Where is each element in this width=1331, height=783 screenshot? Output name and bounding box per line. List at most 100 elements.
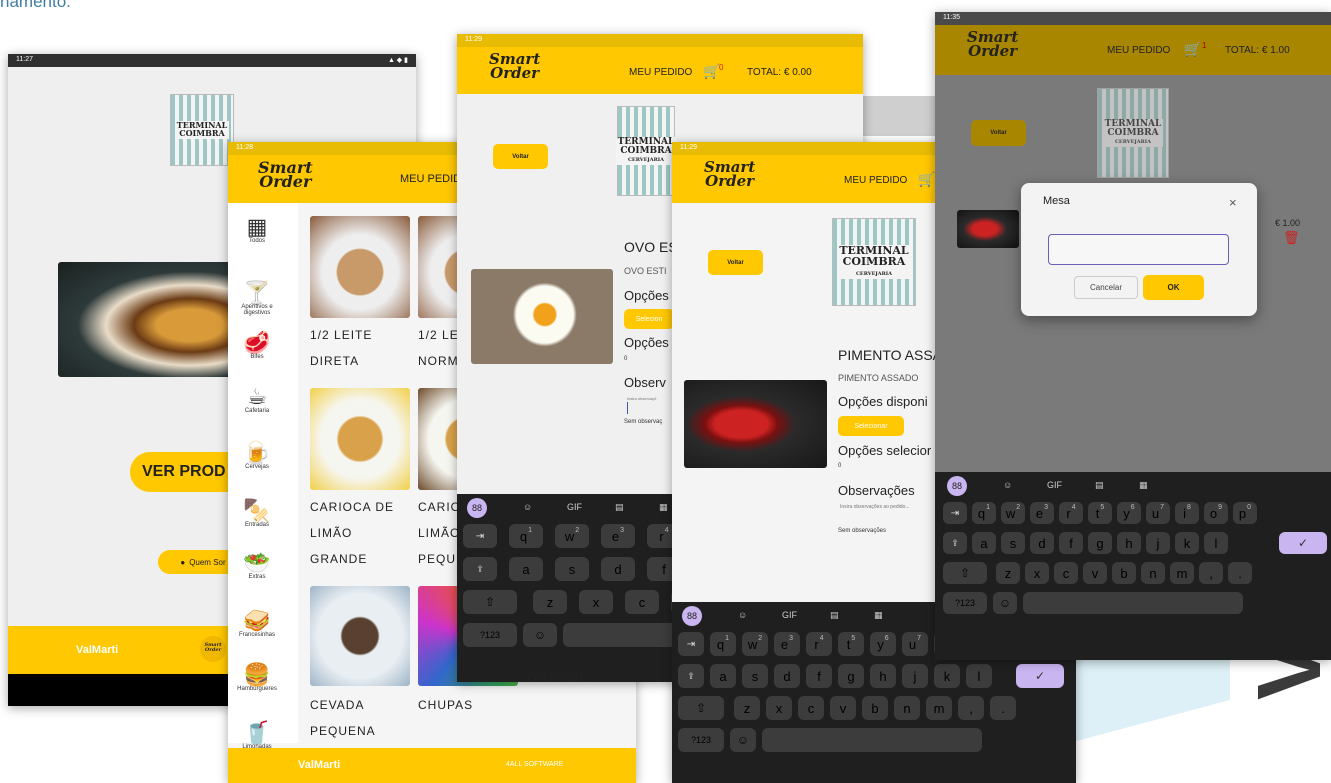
delete-icon[interactable]: 🗑 bbox=[1283, 230, 1300, 246]
my-order-label[interactable]: MEU PEDIDO bbox=[629, 67, 692, 78]
key-w[interactable]: w2 bbox=[742, 632, 768, 656]
key-n[interactable]: n bbox=[894, 696, 920, 720]
key-q[interactable]: q1 bbox=[710, 632, 736, 656]
product-image[interactable] bbox=[310, 586, 410, 686]
sticker-icon[interactable]: ☺ bbox=[1003, 480, 1012, 490]
key-m[interactable]: m bbox=[1170, 562, 1194, 584]
key-g[interactable]: g bbox=[1088, 532, 1112, 554]
key-y[interactable]: y6 bbox=[870, 632, 896, 656]
key-o[interactable]: o9 bbox=[1204, 502, 1228, 524]
gif-button[interactable]: GIF bbox=[782, 610, 797, 620]
grid-icon[interactable]: 88 bbox=[947, 476, 967, 496]
key-a[interactable]: a bbox=[509, 557, 543, 581]
key-g[interactable]: g bbox=[838, 664, 864, 688]
key-k[interactable]: k bbox=[1175, 532, 1199, 554]
smart-order-logo[interactable]: Smart Order bbox=[489, 52, 540, 81]
category-item[interactable]: 🥩 Bifes bbox=[228, 332, 286, 361]
translate-icon[interactable]: ▦ bbox=[1139, 480, 1148, 491]
product-image[interactable] bbox=[310, 216, 410, 318]
select-button[interactable]: Selecionar bbox=[838, 416, 904, 436]
key-x[interactable]: x bbox=[766, 696, 792, 720]
emoji-key[interactable]: ☺ bbox=[993, 592, 1017, 614]
translate-icon[interactable]: ▦ bbox=[659, 502, 668, 513]
my-order-label[interactable]: MEU PEDIDO bbox=[1107, 45, 1170, 56]
space-key[interactable] bbox=[762, 728, 982, 752]
back-button[interactable]: Voltar bbox=[708, 250, 763, 275]
key-z[interactable]: z bbox=[996, 562, 1020, 584]
key-n[interactable]: n bbox=[1141, 562, 1165, 584]
key-q[interactable]: q1 bbox=[972, 502, 996, 524]
key-x[interactable]: x bbox=[1025, 562, 1049, 584]
key-w[interactable]: w2 bbox=[555, 524, 589, 548]
key-e[interactable]: e3 bbox=[601, 524, 635, 548]
shift-key[interactable]: ⇧ bbox=[678, 696, 724, 720]
cart-icon[interactable]: 🛒 bbox=[918, 171, 935, 188]
key-u[interactable]: u7 bbox=[1146, 502, 1170, 524]
key-m[interactable]: m bbox=[926, 696, 952, 720]
cart-icon[interactable]: 🛒 bbox=[703, 63, 720, 80]
key-d[interactable]: d bbox=[601, 557, 635, 581]
emoji-key[interactable]: ☺ bbox=[523, 623, 557, 647]
smart-order-logo[interactable]: Smart Order bbox=[967, 30, 1018, 59]
close-icon[interactable]: × bbox=[1229, 195, 1237, 210]
key-,[interactable]: , bbox=[958, 696, 984, 720]
key-e[interactable]: e3 bbox=[774, 632, 800, 656]
smart-order-logo[interactable]: Smart Order bbox=[258, 160, 313, 190]
key-u[interactable]: u7 bbox=[902, 632, 928, 656]
category-item[interactable]: ▦ Todos bbox=[228, 216, 286, 245]
key-i[interactable]: i8 bbox=[1175, 502, 1199, 524]
sticker-icon[interactable]: ☺ bbox=[523, 502, 532, 512]
key-r[interactable]: r4 bbox=[806, 632, 832, 656]
clipboard-icon[interactable]: ▤ bbox=[615, 502, 624, 513]
gif-button[interactable]: GIF bbox=[1047, 480, 1062, 490]
tab-key[interactable]: ⇥ bbox=[678, 632, 704, 656]
grid-icon[interactable]: 88 bbox=[682, 606, 702, 626]
cancel-button[interactable]: Cancelar bbox=[1074, 276, 1138, 299]
category-item[interactable]: ☕ Cafetaria bbox=[228, 386, 286, 415]
clipboard-icon[interactable]: ▤ bbox=[1095, 480, 1104, 491]
grid-icon[interactable]: 88 bbox=[467, 498, 487, 518]
table-number-input[interactable] bbox=[1048, 234, 1229, 265]
key-x[interactable]: x bbox=[579, 590, 613, 614]
key-,[interactable]: , bbox=[1199, 562, 1223, 584]
category-item[interactable]: 🥤 Limonadas bbox=[228, 722, 286, 751]
my-order-label[interactable]: MEU PEDIDO bbox=[844, 175, 907, 186]
key-s[interactable]: s bbox=[555, 557, 589, 581]
key-r[interactable]: r4 bbox=[1059, 502, 1083, 524]
key-l[interactable]: l bbox=[1204, 532, 1228, 554]
key-.[interactable]: . bbox=[990, 696, 1016, 720]
gif-button[interactable]: GIF bbox=[567, 502, 582, 512]
key-k[interactable]: k bbox=[934, 664, 960, 688]
key-.[interactable]: . bbox=[1228, 562, 1252, 584]
symbols-key[interactable]: ?123 bbox=[943, 592, 987, 614]
key-z[interactable]: z bbox=[533, 590, 567, 614]
key-z[interactable]: z bbox=[734, 696, 760, 720]
key-j[interactable]: j bbox=[902, 664, 928, 688]
key-p[interactable]: p0 bbox=[1233, 502, 1257, 524]
tab-key[interactable]: ⇥ bbox=[943, 502, 967, 524]
key-e[interactable]: e3 bbox=[1030, 502, 1054, 524]
key-v[interactable]: v bbox=[830, 696, 856, 720]
key-t[interactable]: t5 bbox=[1088, 502, 1112, 524]
enter-key[interactable]: ✓ bbox=[1279, 532, 1327, 554]
caps-key[interactable]: ⇪ bbox=[943, 532, 967, 554]
key-s[interactable]: s bbox=[742, 664, 768, 688]
enter-key[interactable]: ✓ bbox=[1016, 664, 1064, 688]
key-c[interactable]: c bbox=[798, 696, 824, 720]
key-a[interactable]: a bbox=[972, 532, 996, 554]
key-c[interactable]: c bbox=[625, 590, 659, 614]
key-a[interactable]: a bbox=[710, 664, 736, 688]
key-j[interactable]: j bbox=[1146, 532, 1170, 554]
key-f[interactable]: f bbox=[1059, 532, 1083, 554]
key-q[interactable]: q1 bbox=[509, 524, 543, 548]
observations-input[interactable]: Insira observaçõ bbox=[627, 396, 656, 401]
key-d[interactable]: d bbox=[774, 664, 800, 688]
emoji-key[interactable]: ☺ bbox=[730, 728, 756, 752]
category-item[interactable]: 🍔 Hambúrgueres bbox=[228, 664, 286, 693]
ok-button[interactable]: OK bbox=[1143, 275, 1204, 300]
category-item[interactable]: 🥗 Extras bbox=[228, 552, 286, 581]
key-d[interactable]: d bbox=[1030, 532, 1054, 554]
category-item[interactable]: 🍸 Aperitivos e digestivos bbox=[228, 282, 286, 317]
category-item[interactable]: 🍢 Entradas bbox=[228, 500, 286, 529]
category-item[interactable]: 🥪 Francesinhas bbox=[228, 610, 286, 639]
